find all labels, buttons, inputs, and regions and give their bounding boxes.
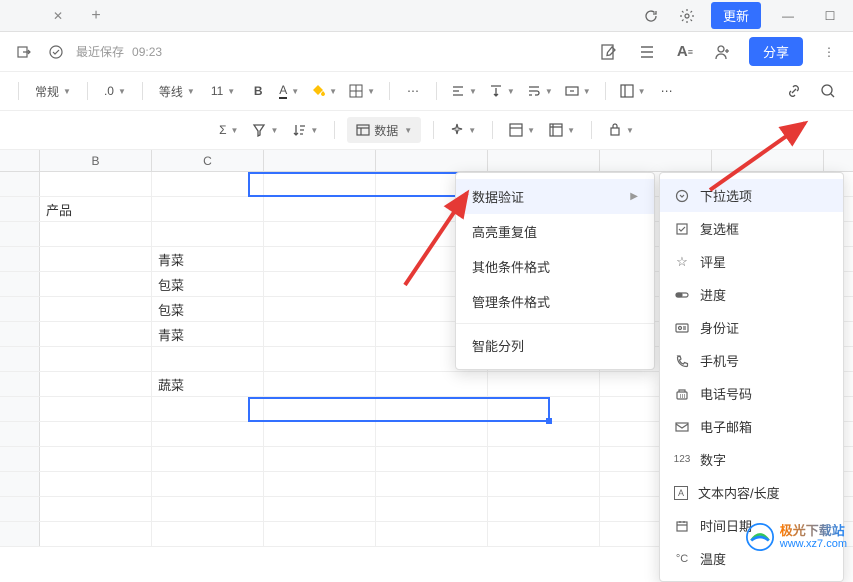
validation-submenu: 下拉选项 复选框 ☆评星 进度 身份证 手机号 电话号码 电子邮箱 123数字 … (659, 172, 844, 582)
chevron-right-icon: ▶ (630, 191, 638, 202)
save-label: 最近保存 (76, 43, 124, 60)
submenu-item-idcard[interactable]: 身份证 (660, 311, 843, 344)
column-header[interactable]: C (152, 150, 264, 171)
select-all-corner[interactable] (0, 150, 40, 171)
text-icon: A (674, 486, 688, 500)
calendar-icon (674, 518, 690, 534)
sum-button[interactable]: Σ▼ (215, 117, 242, 143)
merge-button[interactable]: ▼ (561, 78, 595, 104)
submenu-item-phone[interactable]: 手机号 (660, 344, 843, 377)
refresh-icon[interactable] (639, 4, 663, 28)
tab-add-icon[interactable]: + (84, 4, 108, 28)
font-format-icon[interactable]: A≡ (673, 40, 697, 64)
edit-icon[interactable] (597, 40, 621, 64)
column-header[interactable]: B (40, 150, 152, 171)
menu-separator (456, 323, 654, 324)
add-person-icon[interactable] (711, 40, 735, 64)
settings-icon[interactable] (675, 4, 699, 28)
progress-icon (674, 287, 690, 303)
cell[interactable]: 蔬菜 (152, 372, 264, 396)
check-icon (44, 40, 68, 64)
submenu-item-email[interactable]: 电子邮箱 (660, 410, 843, 443)
menu-item-highlight-dup[interactable]: 高亮重复值 (456, 214, 654, 249)
column-header[interactable] (376, 150, 488, 171)
number-format-select[interactable]: 常规▼ (29, 78, 77, 104)
filter-button[interactable]: ▼ (248, 117, 282, 143)
cell[interactable]: 包菜 (152, 272, 264, 296)
link-icon[interactable] (781, 78, 807, 104)
submenu-item-number[interactable]: 123数字 (660, 443, 843, 476)
telephone-icon (674, 386, 690, 402)
watermark-url: www.xz7.com (780, 538, 847, 550)
submenu-item-checkbox[interactable]: 复选框 (660, 212, 843, 245)
wrap-button[interactable]: ▼ (523, 78, 557, 104)
watermark-title: 极光下载站 (780, 524, 847, 538)
menu-item-other-cond[interactable]: 其他条件格式 (456, 249, 654, 284)
checkbox-icon (674, 221, 690, 237)
borders-button[interactable]: ▼ (345, 78, 379, 104)
sort-button[interactable]: ▼ (288, 117, 322, 143)
dropdown-icon (674, 188, 690, 204)
font-color-button[interactable]: A▼ (275, 78, 303, 104)
phone-icon (674, 353, 690, 369)
cell[interactable]: 包菜 (152, 297, 264, 321)
column-header[interactable] (712, 150, 824, 171)
decimals-select[interactable]: .0▼ (98, 78, 132, 104)
plugin-button[interactable]: ▼ (604, 117, 638, 143)
column-header[interactable] (600, 150, 712, 171)
cell[interactable]: 产品 (40, 197, 152, 221)
column-header[interactable] (264, 150, 376, 171)
data-dropdown-button[interactable]: 数据▼ (347, 117, 421, 143)
idcard-icon (674, 320, 690, 336)
column-header[interactable] (488, 150, 600, 171)
email-icon (674, 419, 690, 435)
update-button[interactable]: 更新 (711, 2, 761, 29)
number-icon: 123 (674, 452, 690, 468)
group-button[interactable]: ▼ (545, 117, 579, 143)
align-button[interactable]: ▼ (447, 78, 481, 104)
more-icon[interactable]: ⋮ (817, 40, 841, 64)
document-bar: 最近保存 09:23 A≡ 分享 ⋮ (0, 32, 853, 72)
share-button[interactable]: 分享 (749, 37, 803, 66)
maximize-icon[interactable]: ☐ (815, 4, 845, 28)
font-size-select[interactable]: 11▼ (205, 78, 241, 104)
format-toolbar: 常规▼ .0▼ 等线▼ 11▼ B A▼ ▼ ▼ ⋯ ▼ ▼ ▼ ▼ ▼ ⋯ (0, 72, 853, 111)
menu-item-smart-split[interactable]: 智能分列 (456, 328, 654, 363)
freeze-button[interactable]: ▼ (505, 117, 539, 143)
data-menu: 数据验证▶ 高亮重复值 其他条件格式 管理条件格式 智能分列 (455, 172, 655, 370)
temperature-icon: °C (674, 551, 690, 567)
search-icon[interactable] (815, 78, 841, 104)
tab-bar: ✕ + 更新 — ☐ (0, 0, 853, 32)
submenu-item-dropdown[interactable]: 下拉选项 (660, 179, 843, 212)
fill-color-button[interactable]: ▼ (307, 78, 341, 104)
watermark: 极光下载站 www.xz7.com (746, 523, 847, 551)
cell[interactable]: 青菜 (152, 322, 264, 346)
data-toolbar: Σ▼ ▼ ▼ 数据▼ ▼ ▼ ▼ ▼ (0, 111, 853, 150)
column-headers: B C (0, 150, 853, 172)
sparkle-button[interactable]: ▼ (446, 117, 480, 143)
save-time: 09:23 (132, 45, 162, 59)
cell[interactable]: 青菜 (152, 247, 264, 271)
list-icon[interactable] (635, 40, 659, 64)
submenu-item-tel[interactable]: 电话号码 (660, 377, 843, 410)
submenu-item-rating[interactable]: ☆评星 (660, 245, 843, 278)
minimize-icon[interactable]: — (773, 4, 803, 28)
border-style-select[interactable]: 等线▼ (153, 78, 201, 104)
menu-item-data-validate[interactable]: 数据验证▶ (456, 179, 654, 214)
menu-item-manage-cond[interactable]: 管理条件格式 (456, 284, 654, 319)
submenu-item-textlen[interactable]: A文本内容/长度 (660, 476, 843, 509)
submenu-item-progress[interactable]: 进度 (660, 278, 843, 311)
more-button[interactable]: ⋯ (654, 78, 680, 104)
export-icon[interactable] (12, 40, 36, 64)
more-format-icon[interactable]: ⋯ (400, 78, 426, 104)
bold-button[interactable]: B (245, 78, 271, 104)
valign-button[interactable]: ▼ (485, 78, 519, 104)
insert-button[interactable]: ▼ (616, 78, 650, 104)
star-icon: ☆ (674, 254, 690, 270)
watermark-logo-icon (746, 523, 774, 551)
tab-close-icon[interactable]: ✕ (48, 6, 68, 26)
